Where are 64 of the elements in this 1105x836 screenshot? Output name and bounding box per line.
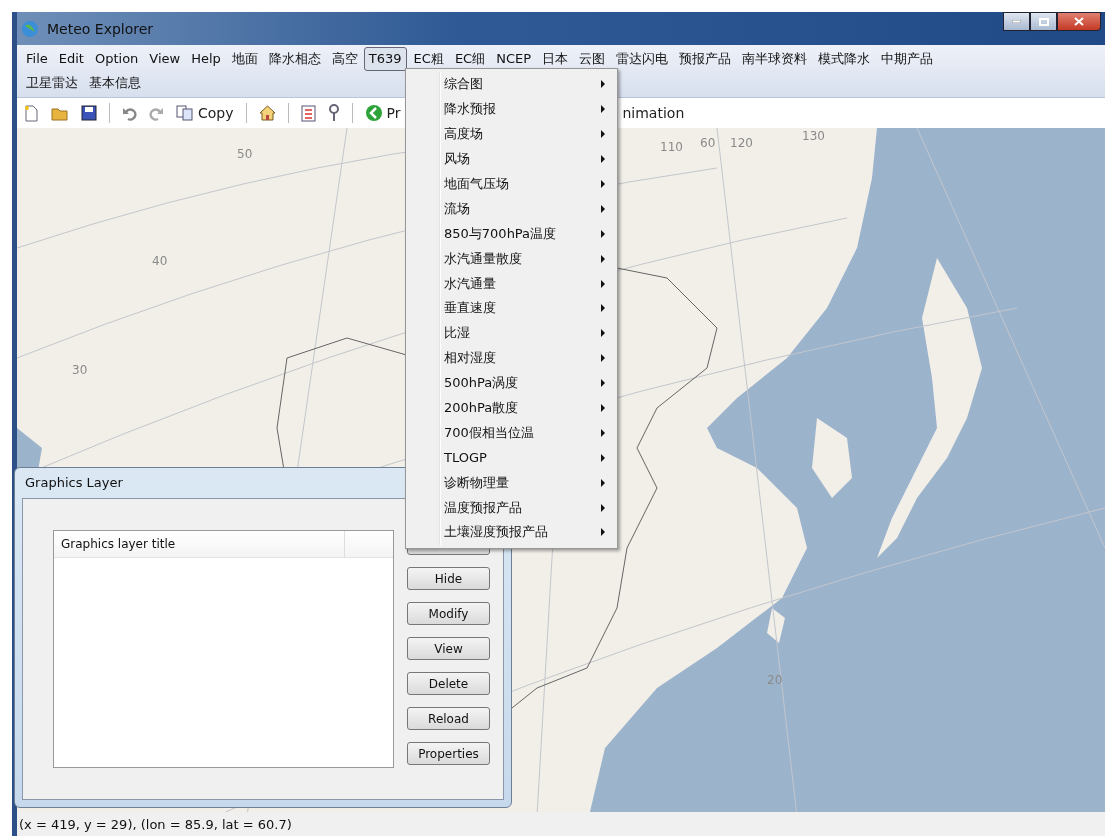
layer-list[interactable]: Graphics layer title (53, 530, 394, 768)
toolbar-label[interactable]: nimation (622, 105, 685, 121)
menu-item[interactable]: View (144, 47, 186, 71)
grid-label: 50 (237, 147, 253, 161)
menu-item[interactable]: 云图 (574, 47, 611, 71)
menu-item[interactable]: Edit (53, 47, 89, 71)
dialog-button[interactable]: Hide (407, 567, 490, 590)
grid-label: 20 (767, 673, 783, 687)
menu-item[interactable]: NCEP (491, 47, 537, 71)
dialog-button[interactable]: Properties (407, 742, 490, 765)
menu-item[interactable]: 卫星雷达 (21, 71, 83, 95)
menu-item[interactable]: 南半球资料 (737, 47, 813, 71)
dropdown-item[interactable]: 200hPa散度 (406, 395, 617, 421)
grid-label: 130 (802, 129, 825, 143)
toolbar-button[interactable]: Copy (176, 105, 234, 121)
dropdown-item[interactable]: 相对湿度 (406, 345, 617, 371)
menu-item[interactable]: 降水相态 (263, 47, 326, 71)
menu-item[interactable]: 高空 (326, 47, 363, 71)
grid-label: 60 (700, 136, 716, 150)
menu-item[interactable]: Help (186, 47, 226, 71)
window-title: Meteo Explorer (47, 20, 154, 37)
dropdown-item[interactable]: 水汽通量 (406, 271, 617, 296)
menu-item[interactable]: 模式降水 (813, 47, 876, 71)
dialog-button[interactable]: Modify (407, 602, 490, 625)
menu-item[interactable]: 预报产品 (674, 47, 737, 71)
dropdown-item[interactable]: 地面气压场 (406, 171, 617, 197)
menu-item[interactable]: 地面 (226, 47, 263, 71)
grid-label: 120 (730, 136, 753, 150)
grid-label: 40 (152, 254, 168, 268)
status-text: (x = 419, y = 29), (lon = 85.9, lat = 60.7) (19, 816, 292, 832)
dropdown-item[interactable]: 降水预报 (406, 96, 617, 122)
dropdown-item[interactable]: 垂直速度 (406, 296, 617, 321)
dropdown-item[interactable]: 500hPa涡度 (406, 370, 617, 396)
dropdown-item[interactable]: 700假相当位温 (406, 420, 617, 446)
toolbar-label: Copy (198, 105, 234, 121)
dropdown-item[interactable]: 850与700hPa温度 (406, 221, 617, 247)
column-title[interactable]: Graphics layer title (54, 531, 345, 557)
dropdown-item[interactable]: 综合图 (406, 72, 617, 97)
menu-item[interactable]: 日本 (537, 47, 574, 71)
menu-item[interactable]: File (21, 47, 53, 71)
dropdown-item[interactable]: 土壤湿度预报产品 (406, 520, 617, 545)
dropdown-item[interactable]: 温度预报产品 (406, 495, 617, 521)
dropdown-item[interactable]: 诊断物理量 (406, 470, 617, 496)
dialog-button[interactable]: Delete (407, 672, 490, 695)
menu-item[interactable]: T639 (363, 47, 407, 71)
toolbar-button[interactable]: Pr (364, 104, 401, 122)
menu-item[interactable]: 基本信息 (84, 71, 146, 95)
dropdown-item[interactable]: 风场 (406, 146, 617, 172)
dropdown-item[interactable]: 比湿 (406, 320, 617, 346)
menu-item[interactable]: 中期产品 (876, 47, 939, 71)
grid-label: 110 (660, 140, 683, 154)
dialog-title: Graphics Layer (24, 474, 123, 492)
dropdown-item[interactable]: 水汽通量散度 (406, 246, 617, 272)
menu-item[interactable]: Option (89, 47, 144, 71)
menu-item[interactable]: EC细 (449, 47, 491, 71)
grid-label: 30 (72, 363, 88, 377)
dropdown-item[interactable]: TLOGP (406, 445, 617, 471)
dropdown-item[interactable]: 高度场 (406, 121, 617, 147)
dropdown-item[interactable]: 流场 (406, 196, 617, 222)
menu-item[interactable]: EC粗 (408, 47, 449, 71)
menu-item[interactable]: 雷达闪电 (611, 47, 674, 71)
dialog-button[interactable]: View (407, 637, 490, 660)
dialog-button[interactable]: Reload (407, 707, 490, 730)
toolbar-label: Pr (386, 105, 401, 121)
